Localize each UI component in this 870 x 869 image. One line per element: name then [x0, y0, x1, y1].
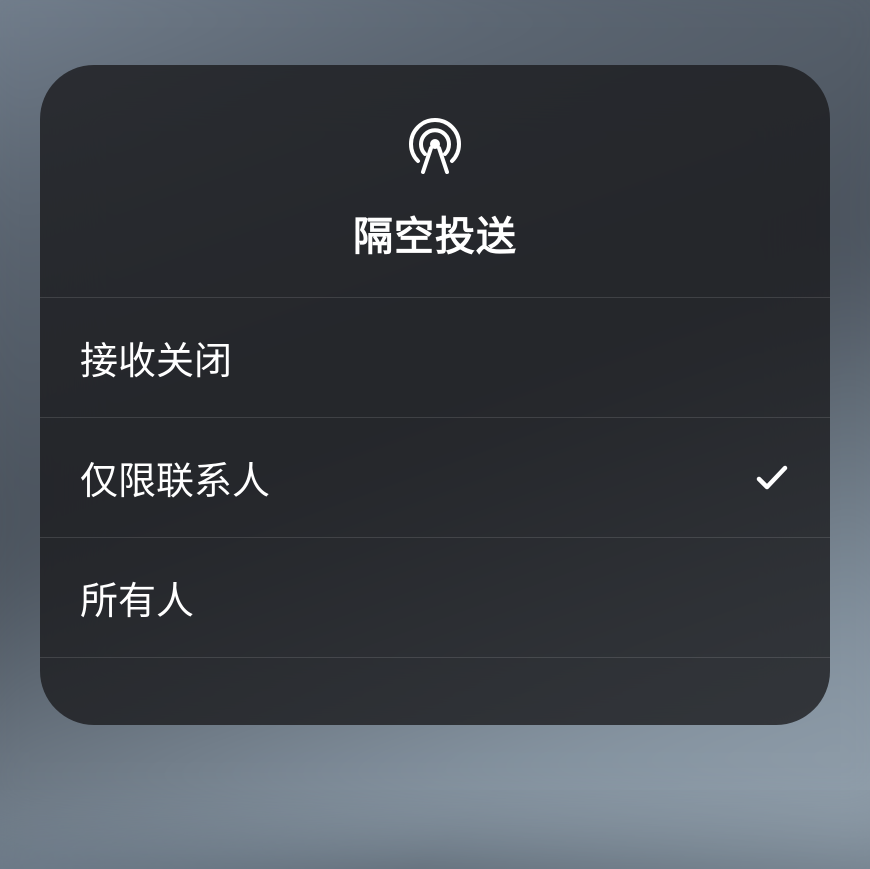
option-receiving-off[interactable]: 接收关闭	[40, 298, 830, 418]
options-list: 接收关闭 仅限联系人 所有人	[40, 298, 830, 725]
option-contacts-only[interactable]: 仅限联系人	[40, 418, 830, 538]
option-label: 仅限联系人	[80, 450, 270, 505]
checkmark-icon	[754, 460, 790, 496]
option-label: 所有人	[80, 570, 194, 625]
panel-header: 隔空投送	[40, 65, 830, 298]
panel-title: 隔空投送	[353, 204, 517, 262]
option-everyone[interactable]: 所有人	[40, 538, 830, 658]
option-label: 接收关闭	[80, 330, 232, 385]
airdrop-settings-panel: 隔空投送 接收关闭 仅限联系人 所有人	[40, 65, 830, 725]
airdrop-icon	[403, 110, 467, 174]
